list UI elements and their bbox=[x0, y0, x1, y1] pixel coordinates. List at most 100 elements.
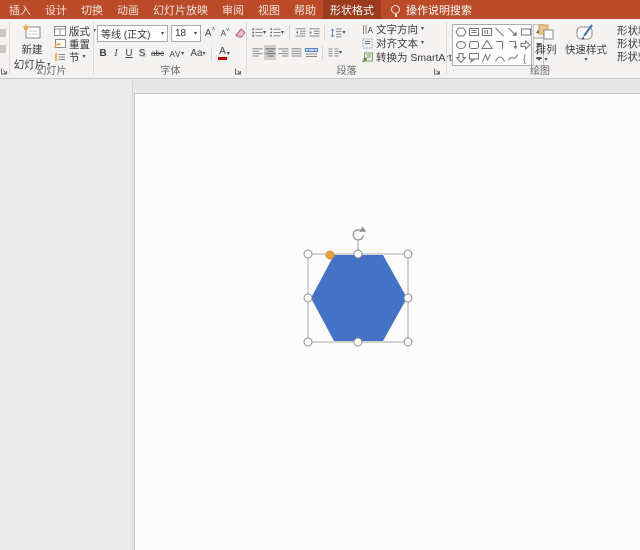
align-center-icon bbox=[265, 48, 275, 57]
shape-rounded-rectangle-icon[interactable] bbox=[469, 41, 479, 49]
italic-button[interactable]: I bbox=[110, 46, 122, 61]
new-slide-label-1: 新建 bbox=[21, 44, 43, 56]
section-icon bbox=[55, 53, 65, 61]
line-spacing-button[interactable]: ▾ bbox=[329, 25, 347, 40]
adjustment-handle[interactable] bbox=[325, 250, 335, 260]
align-right-button[interactable] bbox=[277, 45, 289, 60]
text-shadow-button[interactable]: S bbox=[136, 46, 148, 61]
tell-me-search[interactable]: 操作说明搜索 bbox=[381, 0, 472, 19]
shape-hexagon-icon[interactable] bbox=[455, 27, 467, 37]
quick-styles-icon bbox=[576, 24, 593, 40]
font-dialog-launcher-icon[interactable] bbox=[234, 67, 243, 76]
font-size-value: 18 bbox=[175, 28, 187, 39]
slides-group-label: 幻灯片 bbox=[36, 66, 67, 77]
change-case-button[interactable]: Aa ▾ bbox=[188, 46, 208, 61]
bullets-button[interactable]: ▾ bbox=[251, 25, 267, 40]
shape-triangle-icon[interactable] bbox=[481, 39, 493, 49]
shape-curve-icon[interactable] bbox=[508, 54, 518, 61]
shape-freeform-icon[interactable] bbox=[482, 53, 491, 63]
smartart-icon bbox=[362, 52, 373, 62]
underline-button[interactable]: U bbox=[123, 46, 135, 61]
quick-styles-button[interactable]: 快速样式 ▾ bbox=[564, 23, 608, 63]
layout-button[interactable]: 版式 ▾ bbox=[52, 25, 98, 38]
shape-arrow-icon[interactable] bbox=[508, 27, 517, 36]
align-text-button[interactable]: 对齐文本 ▾ bbox=[360, 37, 426, 50]
new-slide-icon bbox=[22, 24, 41, 39]
shape-arc-icon[interactable] bbox=[495, 56, 505, 62]
reset-icon bbox=[54, 39, 66, 49]
tab-help[interactable]: 帮助 bbox=[287, 0, 323, 19]
numbering-button[interactable]: ▾ bbox=[269, 25, 285, 40]
text-direction-icon: A bbox=[363, 24, 373, 35]
shape-oval-icon[interactable] bbox=[456, 41, 466, 49]
shape-vertical-text-box-icon[interactable] bbox=[482, 28, 492, 36]
slide-thumbnails-panel[interactable] bbox=[0, 80, 133, 550]
align-center-button[interactable] bbox=[264, 45, 276, 60]
font-name-value: 等线 (正文) bbox=[101, 30, 151, 41]
arrange-icon bbox=[538, 24, 554, 40]
font-name-combo[interactable]: 等线 (正文) ▾ bbox=[97, 25, 168, 42]
resize-handle-bottom-right[interactable] bbox=[403, 337, 413, 347]
line-spacing-dropdown-icon: ▾ bbox=[342, 29, 346, 36]
powerpoint-window: 插入 设计 切换 动画 幻灯片放映 审阅 视图 帮助 形状格式 操作说明搜索 新… bbox=[0, 0, 640, 550]
increase-indent-button[interactable] bbox=[308, 25, 320, 40]
arrange-button[interactable]: 排列 ▾ bbox=[528, 23, 564, 63]
resize-handle-top-right[interactable] bbox=[403, 249, 413, 259]
resize-handle-left[interactable] bbox=[303, 293, 313, 303]
tab-design[interactable]: 设计 bbox=[38, 0, 74, 19]
clipboard-icon[interactable] bbox=[0, 29, 6, 37]
quick-styles-dropdown-icon: ▾ bbox=[584, 57, 588, 63]
shape-elbow-arrow-connector-icon[interactable] bbox=[509, 41, 518, 50]
columns-button[interactable]: ▾ bbox=[326, 45, 344, 60]
strikethrough-button[interactable]: abc bbox=[149, 46, 166, 61]
lightbulb-icon bbox=[391, 5, 400, 17]
tab-insert[interactable]: 插入 bbox=[0, 0, 38, 19]
tab-animations[interactable]: 动画 bbox=[110, 0, 146, 19]
format-painter-icon[interactable] bbox=[0, 45, 6, 53]
font-color-button[interactable]: A ▾ bbox=[215, 46, 233, 61]
rotate-handle-icon[interactable] bbox=[352, 226, 367, 241]
tab-slideshow[interactable]: 幻灯片放映 bbox=[146, 0, 215, 19]
shrink-font-button[interactable]: A ˅ bbox=[219, 26, 231, 41]
shrink-font-arrow-icon: ˅ bbox=[225, 27, 230, 34]
text-direction-button[interactable]: A 文字方向 ▾ bbox=[360, 23, 426, 36]
grow-font-button[interactable]: A ˄ bbox=[204, 26, 216, 41]
hexagon-shape[interactable] bbox=[311, 255, 407, 341]
resize-handle-right[interactable] bbox=[403, 293, 413, 303]
shape-line-icon[interactable] bbox=[495, 27, 504, 37]
align-left-button[interactable] bbox=[251, 45, 263, 60]
shape-effects-button[interactable]: 形状效果 bbox=[612, 50, 640, 63]
font-name-dropdown-icon: ▾ bbox=[160, 30, 164, 37]
ribbon: 新建 幻灯片 ▾ 版式 ▾ 重置 节 ▾ 幻灯片 等线 (正文) ▾ 18 ▾ … bbox=[0, 19, 640, 79]
tab-shape-format[interactable]: 形状格式 bbox=[323, 0, 381, 19]
shape-text-box-icon[interactable] bbox=[469, 28, 479, 36]
align-text-icon bbox=[362, 38, 373, 48]
font-group: 等线 (正文) ▾ 18 ▾ A ˄ A ˅ B I U S abc AV ▾ Aa bbox=[95, 19, 246, 78]
tab-transitions[interactable]: 切换 bbox=[74, 0, 110, 19]
bullets-icon bbox=[252, 28, 263, 37]
tab-review[interactable]: 审阅 bbox=[215, 0, 251, 19]
shape-elbow-connector-icon[interactable] bbox=[496, 41, 503, 50]
resize-handle-bottom[interactable] bbox=[353, 337, 363, 347]
resize-handle-bottom-left[interactable] bbox=[303, 337, 313, 347]
paragraph-dialog-launcher-icon[interactable] bbox=[433, 67, 442, 76]
decrease-indent-button[interactable] bbox=[294, 25, 306, 40]
bold-button[interactable]: B bbox=[97, 46, 109, 61]
line-spacing-icon bbox=[331, 28, 342, 37]
font-size-combo[interactable]: 18 ▾ bbox=[171, 25, 201, 42]
justify-icon bbox=[291, 48, 301, 57]
character-spacing-button[interactable]: AV ▾ bbox=[167, 46, 187, 61]
numbering-icon bbox=[270, 28, 281, 37]
columns-dropdown-icon: ▾ bbox=[338, 49, 342, 56]
shape-down-arrow-icon[interactable] bbox=[455, 53, 467, 64]
paragraph-group: ▾ ▾ ▾ ▾ A 文字方向 ▾ 对齐文本 ▾ 转换为 SmartArt 段落 bbox=[248, 19, 458, 78]
resize-handle-top-left[interactable] bbox=[303, 249, 313, 259]
decrease-indent-icon bbox=[295, 28, 305, 37]
resize-handle-top[interactable] bbox=[353, 249, 363, 259]
distribute-text-button[interactable] bbox=[303, 45, 319, 60]
justify-button[interactable] bbox=[290, 45, 302, 60]
clipboard-dialog-launcher-icon[interactable] bbox=[0, 67, 9, 76]
tab-view[interactable]: 视图 bbox=[251, 0, 287, 19]
shape-callout-icon[interactable] bbox=[469, 53, 479, 64]
reset-button[interactable]: 重置 bbox=[52, 38, 92, 51]
